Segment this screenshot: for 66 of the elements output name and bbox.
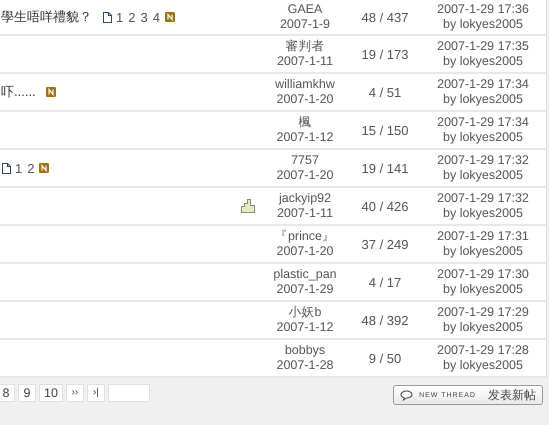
last-page-button[interactable]: ›|: [86, 384, 105, 402]
reply-view-count: 9 / 50: [368, 350, 402, 366]
last-poster[interactable]: by lokyes2005: [443, 54, 523, 69]
last-post-time[interactable]: 2007-1-29 17:31: [437, 229, 529, 244]
post-date: 2007-1-20: [276, 244, 334, 259]
post-date: 2007-1-9: [280, 17, 330, 32]
author-name[interactable]: 審判者: [286, 39, 324, 54]
last-post-time[interactable]: 2007-1-29 17:29: [437, 305, 529, 320]
reply-view-count: 19 / 141: [362, 160, 408, 176]
last-post-time[interactable]: 2007-1-29 17:35: [437, 39, 529, 54]
reply-view-count: 15 / 150: [362, 122, 408, 138]
last-post-time[interactable]: 2007-1-29 17:36: [437, 2, 529, 17]
thread-title[interactable]: 吓......: [1, 83, 36, 101]
last-post-time[interactable]: 2007-1-29 17:34: [437, 77, 529, 92]
author-name[interactable]: jackyip92: [278, 191, 332, 206]
author-name[interactable]: bobbys: [284, 343, 326, 358]
post-date: 2007-1-29: [276, 282, 334, 297]
page-link[interactable]: 2: [128, 10, 136, 24]
last-post-time[interactable]: 2007-1-29 17:32: [437, 191, 529, 206]
reply-view-count: 40 / 426: [362, 198, 408, 214]
page-link[interactable]: 1: [116, 10, 124, 24]
last-post-time[interactable]: 2007-1-29 17:34: [437, 115, 529, 130]
page-button[interactable]: 10: [39, 384, 63, 402]
post-date: 2007-1-12: [276, 130, 334, 145]
reply-view-count: 48 / 437: [362, 10, 408, 24]
last-poster[interactable]: by lokyes2005: [443, 130, 523, 145]
last-poster[interactable]: by lokyes2005: [443, 168, 523, 183]
reply-view-count: 37 / 249: [362, 236, 408, 252]
post-date: 2007-1-20: [276, 92, 334, 107]
last-post-time[interactable]: 2007-1-29 17:30: [437, 267, 529, 282]
reply-view-count: 48 / 392: [362, 312, 408, 328]
post-date: 2007-1-12: [276, 320, 334, 335]
last-poster[interactable]: by lokyes2005: [443, 92, 523, 107]
author-name[interactable]: 楓: [298, 115, 312, 130]
page-jump-field[interactable]: [108, 384, 150, 402]
author-name[interactable]: plastic_pan: [273, 267, 337, 282]
reply-view-count: 4 / 17: [368, 274, 402, 290]
author-name[interactable]: GAEA: [288, 2, 322, 17]
author-name[interactable]: 7757: [291, 153, 319, 168]
post-date: 2007-1-11: [276, 54, 334, 69]
thread-title[interactable]: 學生唔咩禮貌？: [1, 8, 92, 26]
page-link[interactable]: 2: [27, 160, 34, 176]
post-date: 2007-1-11: [276, 206, 334, 221]
speech-bubble-icon: [400, 390, 414, 400]
page-link[interactable]: 3: [140, 10, 148, 24]
page-button[interactable]: 9: [18, 384, 36, 402]
reply-view-count: 19 / 173: [362, 46, 408, 62]
next-page-button[interactable]: ››: [66, 384, 84, 402]
author-name[interactable]: williamkhw: [275, 77, 335, 92]
post-date: 2007-1-20: [276, 168, 334, 183]
author-name[interactable]: 小妖b: [288, 305, 322, 320]
last-poster[interactable]: by lokyes2005: [443, 282, 523, 297]
page-icon: [103, 12, 112, 22]
post-date: 2007-1-28: [276, 358, 334, 373]
page-button[interactable]: 8: [0, 384, 15, 402]
last-poster[interactable]: by lokyes2005: [443, 358, 523, 373]
page-link[interactable]: 1: [15, 160, 22, 176]
last-poster[interactable]: by lokyes2005: [443, 320, 523, 335]
reply-view-count: 4 / 51: [368, 84, 402, 100]
page-link[interactable]: 4: [152, 10, 160, 24]
author-name[interactable]: 『prince』: [274, 229, 336, 244]
last-poster[interactable]: by lokyes2005: [443, 17, 523, 32]
last-poster[interactable]: by lokyes2005: [443, 244, 523, 259]
last-post-time[interactable]: 2007-1-29 17:28: [437, 343, 529, 358]
last-poster[interactable]: by lokyes2005: [443, 206, 523, 221]
last-post-time[interactable]: 2007-1-29 17:32: [437, 153, 529, 168]
